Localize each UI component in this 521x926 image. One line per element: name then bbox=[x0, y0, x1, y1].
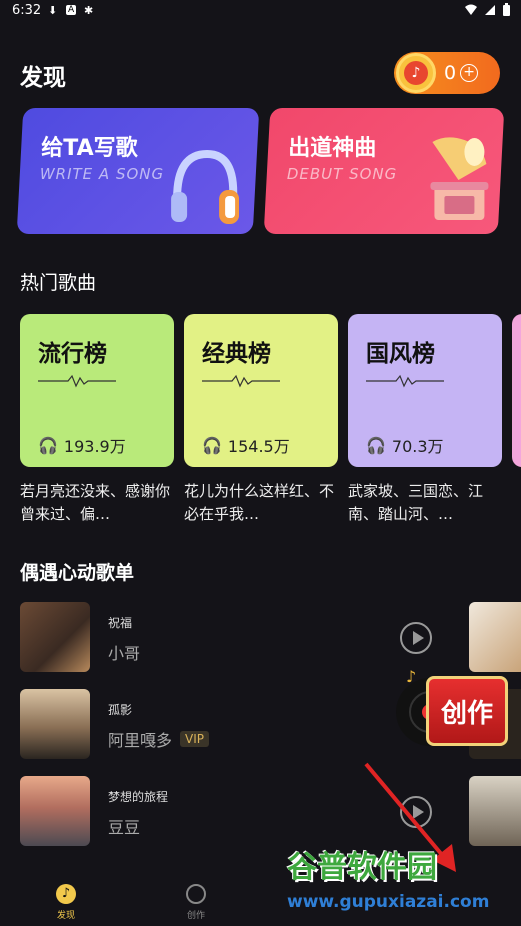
playlist-artist: 小哥 bbox=[108, 644, 141, 663]
record-icon bbox=[186, 884, 206, 904]
vip-badge: VIP bbox=[180, 731, 209, 747]
svg-text:♪: ♪ bbox=[406, 668, 416, 686]
wifi-icon bbox=[465, 4, 477, 15]
chart-desc: 武家坡、三国恋、江南、踏山河、… bbox=[348, 482, 484, 523]
music-note-icon: ♪ bbox=[56, 884, 76, 904]
nav-label: 发现 bbox=[56, 911, 75, 921]
chart-name: 国风榜 bbox=[366, 341, 435, 367]
play-count: 154.5万 bbox=[227, 437, 290, 456]
bottom-nav: ♪ 发现 创作 bbox=[0, 880, 521, 926]
gramophone-icon bbox=[430, 137, 489, 220]
chart-desc: 花儿为什么这样红、不必在乎我… bbox=[184, 482, 335, 523]
playlist-title: 祝福 bbox=[108, 616, 133, 630]
playlist-title: 梦想的旅程 bbox=[108, 790, 169, 804]
playlist-row[interactable]: 祝福 小哥 bbox=[20, 602, 440, 672]
headphones-icon bbox=[171, 149, 240, 224]
headphone-icon: 🎧 bbox=[38, 435, 58, 455]
playlist-cover-peek bbox=[469, 776, 521, 846]
playlist-title: 孤影 bbox=[108, 703, 133, 717]
play-count: 70.3万 bbox=[391, 437, 444, 456]
chart-card-pop[interactable]: 流行榜 🎧 193.9万 bbox=[20, 314, 174, 467]
debut-song-card[interactable]: 出道神曲 DEBUT SONG bbox=[263, 108, 505, 234]
play-button[interactable] bbox=[400, 622, 432, 654]
page-title: 发现 bbox=[20, 65, 66, 91]
card-title: 出道神曲 bbox=[288, 136, 377, 161]
status-bar: 6:32 ⬇ A ✱ bbox=[0, 0, 521, 24]
download-icon: ⬇ bbox=[48, 4, 58, 17]
chart-name: 经典榜 bbox=[202, 341, 271, 367]
app-icon: A bbox=[66, 5, 77, 15]
coin-icon: ♪ bbox=[396, 53, 436, 93]
hot-songs-title: 热门歌曲 bbox=[20, 272, 97, 294]
add-coin-icon[interactable]: + bbox=[460, 64, 479, 82]
nav-discover[interactable]: ♪ 发现 bbox=[36, 884, 96, 921]
play-count: 193.9万 bbox=[63, 437, 126, 456]
playlist-cover bbox=[20, 689, 90, 759]
headphone-icon: 🎧 bbox=[202, 435, 222, 455]
chart-name: 流行榜 bbox=[38, 341, 107, 367]
coin-balance-button[interactable]: ♪ 0 + bbox=[394, 52, 500, 94]
playlist-section-title: 偶遇心动歌单 bbox=[20, 562, 135, 584]
bug-icon: ✱ bbox=[84, 4, 94, 17]
playlist-artist: 豆豆 bbox=[108, 818, 141, 837]
chart-card-guofeng[interactable]: 国风榜 🎧 70.3万 bbox=[348, 314, 502, 467]
playlist-cover-peek bbox=[469, 602, 521, 672]
playlist-artist: 阿里嘎多 bbox=[108, 731, 173, 750]
chart-desc: 若月亮还没来、感谢你曾来过、偏… bbox=[20, 482, 171, 523]
write-song-card[interactable]: 给TA写歌 WRITE A SONG bbox=[16, 108, 260, 234]
nav-label: 创作 bbox=[186, 911, 205, 921]
coin-count: 0 bbox=[444, 62, 457, 84]
create-float-button[interactable]: ♪ 创作 bbox=[392, 668, 514, 750]
card-title: 给TA写歌 bbox=[41, 136, 138, 161]
waveform-icon bbox=[202, 374, 280, 388]
headphone-icon: 🎧 bbox=[366, 435, 386, 455]
signal-icon bbox=[485, 5, 495, 15]
waveform-icon bbox=[38, 374, 116, 388]
card-subtitle: DEBUT SONG bbox=[286, 165, 398, 183]
nav-create[interactable]: 创作 bbox=[166, 884, 226, 921]
card-subtitle: WRITE A SONG bbox=[39, 165, 165, 183]
playlist-row[interactable]: 孤影 阿里嘎多 VIP bbox=[20, 689, 440, 759]
chart-card-classic[interactable]: 经典榜 🎧 154.5万 bbox=[184, 314, 338, 467]
status-time: 6:32 bbox=[12, 3, 42, 18]
create-badge-label: 创作 bbox=[426, 676, 508, 746]
playlist-cover bbox=[20, 776, 90, 846]
playlist-cover bbox=[20, 602, 90, 672]
chart-card-next[interactable] bbox=[512, 314, 521, 467]
waveform-icon bbox=[366, 374, 444, 388]
battery-icon bbox=[503, 3, 510, 16]
